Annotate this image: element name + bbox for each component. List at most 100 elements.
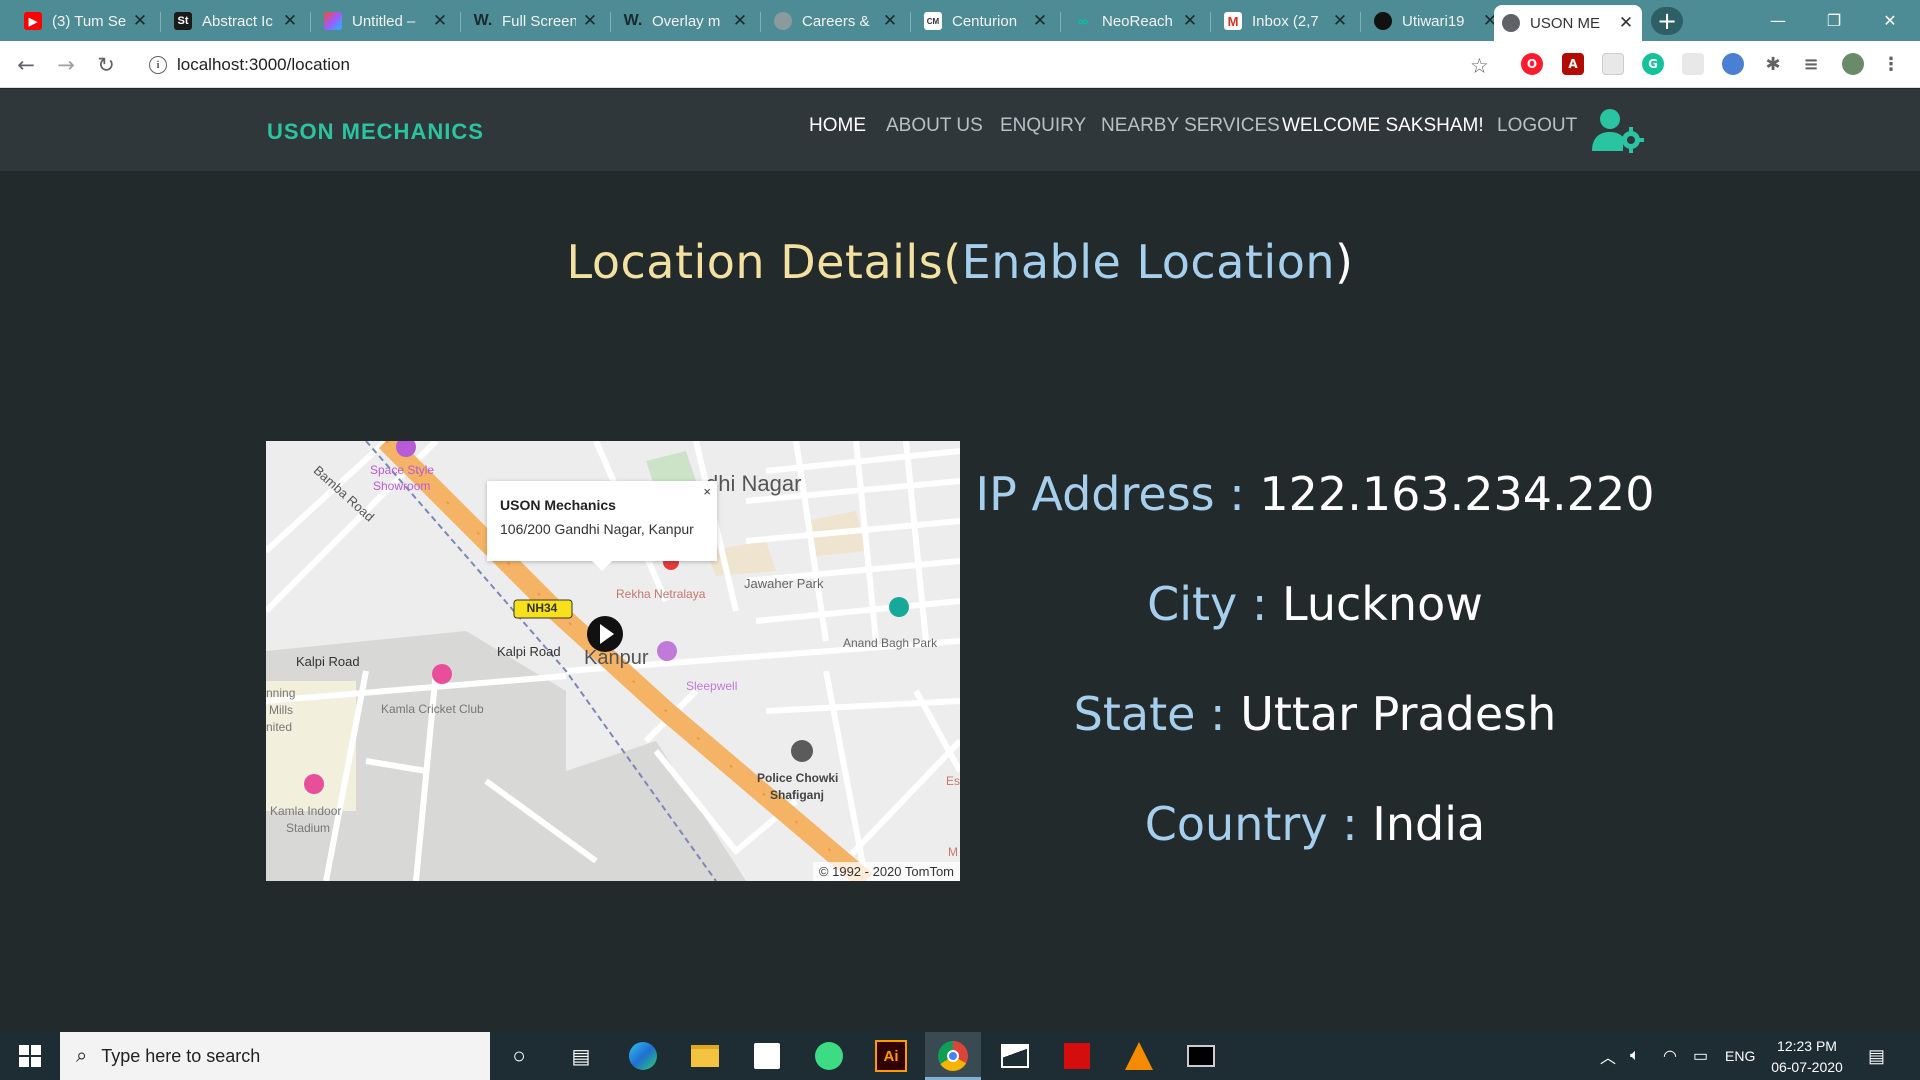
cortana-icon[interactable]: ○ — [503, 1040, 535, 1072]
tab-full-screen[interactable]: W. Full Screen ✕ — [466, 6, 606, 36]
tab-centurion[interactable]: CM Centurion ✕ — [916, 6, 1056, 36]
edge-extension-icon[interactable] — [1722, 53, 1744, 75]
menu-dots-icon[interactable]: ⋮ — [1880, 53, 1902, 75]
taskbar-search-input[interactable]: ⌕ Type here to search — [60, 1032, 490, 1080]
bookmark-star-icon[interactable]: ☆ — [1470, 54, 1489, 78]
popup-close-button[interactable]: × — [703, 484, 711, 499]
tab-abstract[interactable]: St Abstract Ic ✕ — [166, 6, 306, 36]
close-icon[interactable]: ✕ — [732, 11, 748, 31]
tab-title: Careers & — [802, 12, 870, 30]
nav-about[interactable]: ABOUT US — [886, 115, 983, 137]
address-bar[interactable]: i localhost:3000/location — [133, 47, 1483, 83]
taskbar-clock[interactable]: 12:23 PM 06-07-2020 — [1762, 1036, 1852, 1078]
nav-enquiry[interactable]: ENQUIRY — [1000, 115, 1086, 137]
brand-logo[interactable]: USON MECHANICS — [267, 119, 484, 145]
nav-logout[interactable]: LOGOUT — [1497, 115, 1577, 137]
tab-figma[interactable]: Untitled – ✕ — [316, 6, 456, 36]
user-settings-icon[interactable] — [1590, 107, 1646, 153]
grammarly-extension-icon[interactable]: G — [1642, 53, 1664, 75]
start-button[interactable] — [0, 1032, 60, 1080]
tab-neoreach[interactable]: ∞ NeoReach ✕ — [1066, 6, 1206, 36]
tab-title: Utiwari19 — [1402, 12, 1465, 30]
search-placeholder: Type here to search — [101, 1045, 261, 1066]
tab-uson-active[interactable]: USON ME ✕ — [1494, 5, 1642, 41]
page-title: Location Details(Enable Location) — [566, 235, 1354, 289]
city-row: City : Lucknow — [960, 577, 1670, 631]
store-icon[interactable] — [751, 1040, 783, 1072]
site-navbar: USON MECHANICS HOME ABOUT US ENQUIRY NEA… — [0, 89, 1920, 171]
close-icon[interactable]: ✕ — [432, 11, 448, 31]
pdf-extension-icon[interactable]: A — [1562, 53, 1584, 75]
minimize-button[interactable]: — — [1750, 0, 1806, 41]
media-controls-icon[interactable]: ≡ — [1800, 53, 1822, 75]
state-label: State : — [1073, 687, 1226, 741]
m-label: M — [948, 845, 958, 859]
vlc-icon[interactable] — [1123, 1040, 1155, 1072]
notifications-icon[interactable]: ▤ — [1868, 1032, 1885, 1080]
nav-home[interactable]: HOME — [809, 115, 866, 137]
tab-title: USON ME — [1530, 14, 1601, 32]
close-icon[interactable]: ✕ — [132, 11, 148, 31]
close-icon[interactable]: ✕ — [1032, 11, 1048, 31]
close-icon[interactable]: ✕ — [282, 11, 298, 31]
close-icon[interactable]: ✕ — [882, 11, 898, 31]
jawaher-park-label: Jawaher Park — [744, 576, 824, 591]
edge-icon[interactable] — [627, 1040, 659, 1072]
extension-icon[interactable] — [1682, 53, 1704, 75]
ip-address-value: 122.163.234.220 — [1259, 467, 1655, 521]
chrome-icon[interactable] — [937, 1040, 969, 1072]
mills-label-3: nited — [266, 720, 293, 734]
tab-careers[interactable]: Careers & ✕ — [766, 6, 906, 36]
android-studio-icon[interactable] — [813, 1040, 845, 1072]
reload-button[interactable]: ↻ — [90, 49, 122, 81]
volume-icon[interactable]: 🔈︎ — [1630, 1032, 1640, 1080]
maximize-button[interactable]: ❐ — [1806, 0, 1862, 41]
new-tab-button[interactable]: + — [1651, 7, 1683, 35]
pocket-extension-icon[interactable] — [1602, 53, 1624, 75]
tab-inbox[interactable]: M Inbox (2,7 ✕ — [1216, 6, 1356, 36]
close-icon[interactable]: ✕ — [582, 11, 598, 31]
nav-nearby-services[interactable]: NEARBY SERVICES — [1101, 115, 1280, 137]
tab-title: Centurion — [952, 12, 1018, 30]
enable-location-link[interactable]: Enable Location — [962, 235, 1335, 289]
tab-title: NeoReach — [1102, 12, 1173, 30]
windows-icon — [19, 1045, 41, 1067]
clock-time: 12:23 PM — [1777, 1038, 1837, 1054]
close-icon[interactable]: ✕ — [1332, 11, 1348, 31]
tab-title: Full Screen — [502, 12, 576, 30]
terminal-icon[interactable] — [1185, 1040, 1217, 1072]
back-button[interactable]: ← — [10, 49, 42, 81]
mills-label-1: nning — [266, 686, 296, 700]
show-hidden-icons-icon[interactable]: ︿ — [1600, 1032, 1616, 1080]
window-close-button[interactable]: ✕ — [1862, 0, 1918, 41]
close-icon[interactable]: ✕ — [1618, 13, 1634, 33]
file-explorer-icon[interactable] — [689, 1040, 721, 1072]
neoreach-icon: ∞ — [1078, 13, 1088, 29]
opera-extension-icon[interactable]: O — [1521, 53, 1543, 75]
avatar[interactable] — [1842, 53, 1864, 75]
police-chowki-label-2: Shafiganj — [770, 788, 825, 802]
nh34-label: NH34 — [526, 601, 558, 615]
task-view-icon[interactable]: ▤ — [565, 1040, 597, 1072]
tab-title: Inbox (2,7 — [1252, 12, 1319, 30]
close-icon[interactable]: ✕ — [1182, 11, 1198, 31]
battery-icon[interactable]: ▭ — [1693, 1032, 1708, 1080]
puzzle-icon[interactable]: ✱ — [1762, 53, 1784, 75]
mills-label-2: Mills — [269, 703, 293, 717]
tab-title: Untitled – — [352, 12, 416, 30]
language-indicator[interactable]: ENG — [1725, 1032, 1755, 1080]
kalpi-road-mid-label: Kalpi Road — [497, 644, 561, 659]
acrobat-icon[interactable] — [1061, 1040, 1093, 1072]
tab-youtube[interactable]: ▶ (3) Tum Se ✕ — [16, 6, 156, 36]
illustrator-icon[interactable]: Ai — [875, 1040, 907, 1072]
location-map[interactable]: NH34 dhi Nagar Bamba Road Space Style Sh… — [266, 441, 960, 881]
info-icon[interactable]: i — [149, 56, 167, 74]
forward-button[interactable]: → — [50, 49, 82, 81]
tab-github[interactable]: Utiwari19 ✕ — [1366, 6, 1506, 36]
photos-icon[interactable] — [999, 1040, 1031, 1072]
map-popup: USON Mechanics 106/200 Gandhi Nagar, Kan… — [487, 481, 717, 571]
wifi-icon[interactable]: ◠ — [1663, 1032, 1677, 1080]
browser-toolbar: ← → ↻ i localhost:3000/location ☆ — [0, 41, 1920, 88]
globe-icon — [774, 12, 792, 30]
tab-overlay[interactable]: W. Overlay m ✕ — [616, 6, 756, 36]
